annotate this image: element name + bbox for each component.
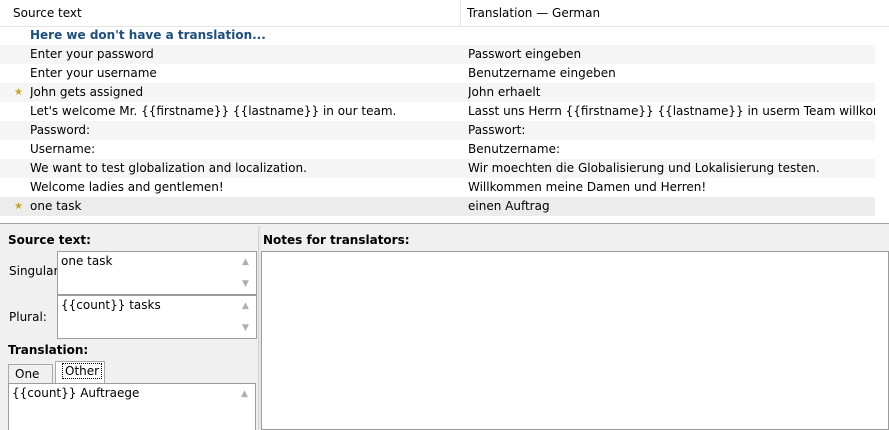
translation-cell: Benutzername eingeben [468, 66, 616, 80]
plural-scrollbar[interactable]: ▲ ▼ [239, 296, 256, 338]
list-item[interactable]: Enter your username Benutzername eingebe… [0, 64, 875, 83]
source-cell: We want to test globalization and locali… [30, 161, 307, 175]
star-icon: ★ [14, 87, 23, 98]
star-icon: ★ [14, 201, 23, 212]
scroll-up-icon[interactable]: ▲ [242, 255, 249, 269]
translation-cell: Benutzername: [468, 142, 561, 156]
scroll-up-icon[interactable]: ▲ [242, 299, 249, 313]
singular-source-field[interactable]: one task ▲ ▼ [57, 251, 257, 295]
source-text-title: Source text: [8, 233, 91, 247]
list-item[interactable]: Password: Passwort: [0, 121, 875, 140]
list-header: Source text Translation — German [0, 0, 889, 27]
translation-cell: Willkommen meine Damen und Herren! [468, 180, 707, 194]
translation-cell: einen Auftrag [468, 199, 550, 213]
tab-one[interactable]: One [8, 364, 53, 384]
source-cell: John gets assigned [30, 85, 144, 99]
source-cell: Password: [30, 123, 91, 137]
list-item[interactable]: Username: Benutzername: [0, 140, 875, 159]
singular-scrollbar[interactable]: ▲ ▼ [239, 252, 256, 294]
plural-source-text: {{count}} tasks [61, 298, 161, 312]
translation-cell: Passwort: [468, 123, 526, 137]
plural-label: Plural: [9, 310, 47, 324]
list-item-selected[interactable]: ★ one task einen Auftrag [0, 197, 875, 216]
plural-source-field[interactable]: {{count}} tasks ▲ ▼ [57, 295, 257, 339]
singular-source-text: one task [61, 254, 113, 268]
translation-scrollbar[interactable]: ▲ [238, 384, 255, 430]
list-item[interactable]: Welcome ladies and gentlemen! Willkommen… [0, 178, 875, 197]
source-cell: Here we don't have a translation... [30, 28, 266, 42]
source-cell: one task [30, 199, 82, 213]
translation-cell: Passwort eingeben [468, 47, 582, 61]
list-item[interactable]: ★ John gets assigned John erhaelt [0, 83, 875, 102]
translation-cell: Wir moechten die Globalisierung und Loka… [468, 161, 820, 175]
translation-cell: John erhaelt [468, 85, 541, 99]
source-cell: Enter your password [30, 47, 154, 61]
notes-title: Notes for translators: [263, 233, 410, 247]
list-item[interactable]: Here we don't have a translation... [0, 26, 875, 45]
source-cell: Welcome ladies and gentlemen! [30, 180, 224, 194]
list-item[interactable]: Enter your password Passwort eingeben [0, 45, 875, 64]
translation-field[interactable]: {{count}} Auftraege ▲ [8, 383, 256, 430]
singular-label: Singular: [9, 264, 63, 278]
translation-cell: Lasst uns Herrn {{firstname}} {{lastname… [468, 104, 875, 118]
translation-cell [468, 26, 875, 45]
strings-list[interactable]: Source text Translation — German Here we… [0, 0, 889, 224]
source-cell: Let's welcome Mr. {{firstname}} {{lastna… [30, 104, 397, 118]
notes-field[interactable] [261, 251, 889, 430]
translation-title: Translation: [8, 343, 89, 357]
column-header-translation[interactable]: Translation — German [461, 0, 889, 27]
scroll-up-icon[interactable]: ▲ [241, 387, 248, 401]
column-header-source[interactable]: Source text [0, 0, 461, 27]
list-item[interactable]: We want to test globalization and locali… [0, 159, 875, 178]
scroll-down-icon[interactable]: ▼ [242, 321, 249, 335]
translation-text: {{count}} Auftraege [12, 386, 140, 400]
tab-other[interactable]: Other [55, 361, 105, 384]
scroll-down-icon[interactable]: ▼ [242, 277, 249, 291]
source-cell: Username: [30, 142, 96, 156]
source-cell: Enter your username [30, 66, 157, 80]
list-item[interactable]: Let's welcome Mr. {{firstname}} {{lastna… [0, 102, 875, 121]
